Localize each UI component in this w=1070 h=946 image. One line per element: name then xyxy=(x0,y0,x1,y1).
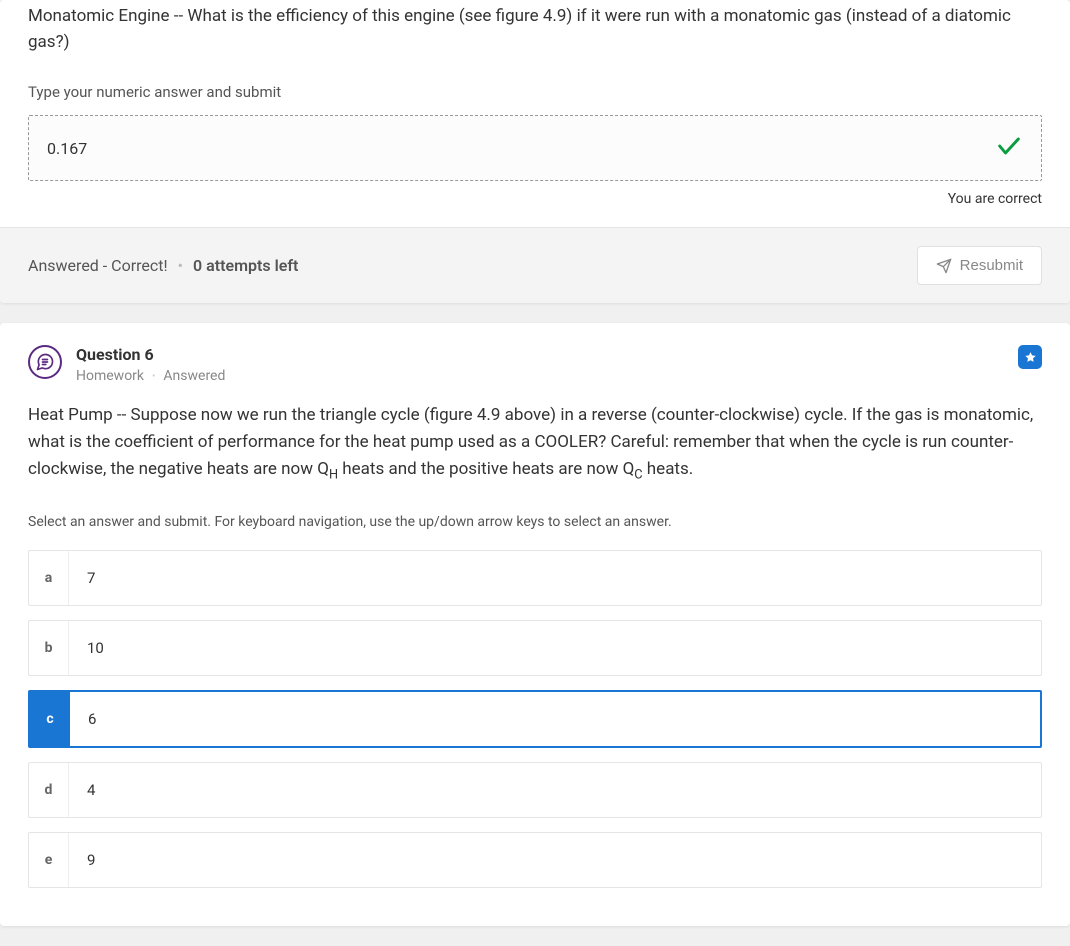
status-text: Answered - Correct! xyxy=(28,256,168,275)
choice-letter: c xyxy=(30,692,70,746)
choice-letter: b xyxy=(29,621,69,675)
choice-value: 9 xyxy=(69,833,1041,887)
question6-header: Question 6 Homework • Answered xyxy=(0,323,1070,402)
answer-value: 0.167 xyxy=(47,139,87,158)
checkmark-icon xyxy=(995,132,1023,164)
star-badge-icon[interactable] xyxy=(1018,345,1042,369)
choice-value: 6 xyxy=(70,692,1040,746)
question-type: Homework xyxy=(76,368,144,384)
choice-letter: e xyxy=(29,833,69,887)
choice-c[interactable]: c6 xyxy=(28,690,1042,748)
question-title: Question 6 xyxy=(76,345,225,364)
choice-e[interactable]: e9 xyxy=(28,832,1042,888)
question5-body: Monatomic Engine -- What is the efficien… xyxy=(0,0,1070,227)
question5-footer: Answered - Correct! • 0 attempts left Re… xyxy=(0,227,1070,303)
question-subtitle: Homework • Answered xyxy=(76,368,225,384)
question6-body: Heat Pump -- Suppose now we run the tria… xyxy=(0,402,1070,926)
choice-b[interactable]: b10 xyxy=(28,620,1042,676)
resubmit-label: Resubmit xyxy=(960,257,1023,274)
choice-letter: a xyxy=(29,551,69,605)
choice-value: 10 xyxy=(69,621,1041,675)
resubmit-button[interactable]: Resubmit xyxy=(917,246,1042,285)
question5-prompt: Monatomic Engine -- What is the efficien… xyxy=(28,4,1042,55)
numeric-answer-input[interactable]: 0.167 xyxy=(28,115,1042,181)
question6-card: Question 6 Homework • Answered Heat Pump… xyxy=(0,323,1070,926)
attempts-left: 0 attempts left xyxy=(193,256,298,275)
choice-value: 4 xyxy=(69,763,1041,817)
choice-a[interactable]: a7 xyxy=(28,550,1042,606)
dot-separator: • xyxy=(178,256,183,275)
chat-bubble-icon[interactable] xyxy=(28,345,62,379)
question5-card: Monatomic Engine -- What is the efficien… xyxy=(0,0,1070,303)
choice-d[interactable]: d4 xyxy=(28,762,1042,818)
choices-container: a7b10c6d4e9 xyxy=(28,550,1042,888)
choice-letter: d xyxy=(29,763,69,817)
selection-hint: Select an answer and submit. For keyboar… xyxy=(28,514,1042,530)
dot-separator: • xyxy=(152,371,155,382)
footer-status: Answered - Correct! • 0 attempts left xyxy=(28,256,298,275)
paper-plane-icon xyxy=(936,258,952,274)
question-status: Answered xyxy=(163,368,225,384)
choice-value: 7 xyxy=(69,551,1041,605)
correct-feedback: You are correct xyxy=(28,191,1042,207)
answer-instruction: Type your numeric answer and submit xyxy=(28,83,1042,101)
question6-prompt: Heat Pump -- Suppose now we run the tria… xyxy=(28,402,1042,486)
